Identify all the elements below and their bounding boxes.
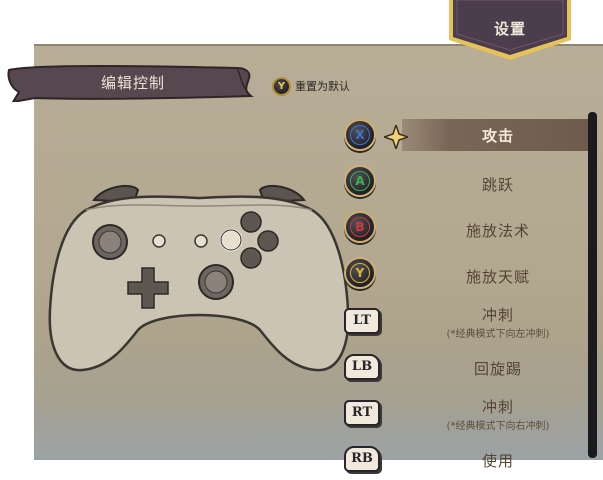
action-label: 施放法术 — [465, 222, 530, 240]
reset-to-default-button[interactable]: Y 重置为默认 — [272, 76, 350, 96]
view-button — [152, 234, 166, 248]
face-button-a — [240, 247, 262, 269]
mapping-row-attack[interactable]: X 攻击 — [338, 116, 588, 158]
controller-diagram — [46, 180, 352, 380]
reset-label: 重置为默认 — [295, 80, 350, 93]
action-label: 冲刺 — [481, 398, 514, 416]
page-title: 编辑控制 — [101, 74, 166, 92]
y-button-icon: Y — [272, 76, 291, 96]
rt-button-icon: RT — [344, 395, 380, 431]
face-button-y — [240, 211, 262, 233]
mapping-row-dash-right[interactable]: RT 冲刺 (*经典模式下向右冲刺) — [338, 392, 588, 434]
action-note: (*经典模式下向右冲刺) — [446, 421, 550, 432]
menu-button — [194, 234, 208, 248]
title-ribbon: 编辑控制 — [5, 64, 255, 102]
action-label: 跳跃 — [481, 176, 514, 194]
a-button-icon: A — [344, 165, 380, 201]
action-label: 回旋踢 — [473, 360, 522, 378]
action-label: 攻击 — [481, 127, 514, 145]
face-button-b — [257, 230, 279, 252]
scrollbar[interactable] — [588, 112, 597, 458]
mapping-row-cast-talent[interactable]: Y 施放天赋 — [338, 254, 588, 296]
lt-button-icon: LT — [344, 303, 380, 339]
x-button-icon: X — [344, 119, 380, 155]
mapping-row-use[interactable]: RB 使用 — [338, 438, 588, 480]
rb-button-icon: RB — [344, 441, 380, 477]
b-button-icon: B — [344, 211, 380, 247]
lb-button-icon: LB — [344, 349, 380, 385]
selection-star-icon — [384, 125, 408, 149]
action-label: 使用 — [481, 452, 514, 470]
settings-tab[interactable]: 设置 — [447, 0, 573, 62]
mapping-row-jump[interactable]: A 跳跃 — [338, 162, 588, 204]
y-button-icon: Y — [344, 257, 380, 293]
action-label: 冲刺 — [481, 306, 514, 324]
settings-tab-label: 设置 — [493, 20, 526, 38]
mapping-row-cast-spell[interactable]: B 施放法术 — [338, 208, 588, 250]
action-label: 施放天赋 — [465, 268, 530, 286]
mapping-row-spin-kick[interactable]: LB 回旋踢 — [338, 346, 588, 388]
mapping-row-dash-left[interactable]: LT 冲刺 (*经典模式下向左冲刺) — [338, 300, 588, 342]
action-note: (*经典模式下向左冲刺) — [446, 329, 550, 340]
